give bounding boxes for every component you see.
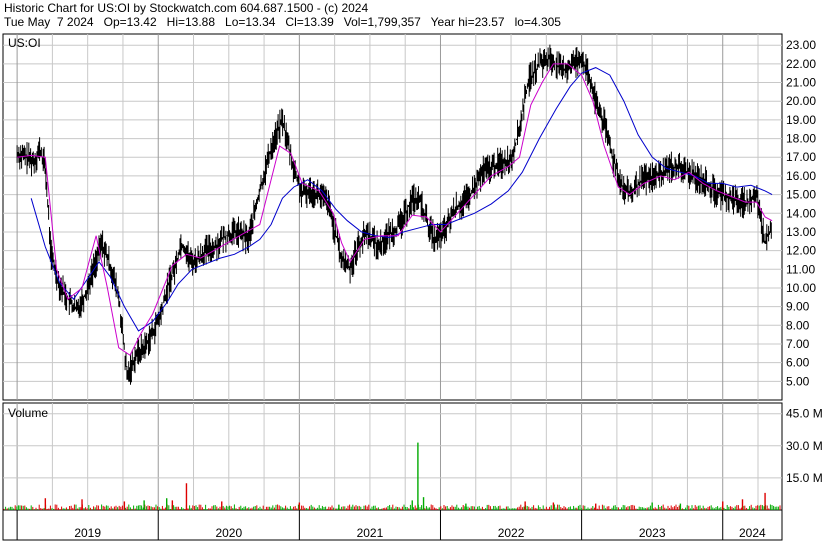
price-tick-label: 15.00 bbox=[786, 188, 816, 202]
x-tick-label-2023: 2023 bbox=[639, 526, 666, 540]
price-tick-label: 17.00 bbox=[786, 150, 816, 164]
volume-tick-label: 15.0 M bbox=[786, 471, 823, 485]
price-tick-label: 20.00 bbox=[786, 94, 816, 108]
symbol-label: US:OI bbox=[8, 36, 41, 50]
price-tick-label: 11.00 bbox=[786, 262, 815, 276]
x-tick-label-2020: 2020 bbox=[215, 526, 242, 540]
stock-chart: Historic Chart for US:OI by Stockwatch.c… bbox=[0, 0, 830, 543]
x-tick-label-2021: 2021 bbox=[357, 526, 384, 540]
volume-panel-title: Volume bbox=[8, 406, 48, 420]
price-tick-label: 22.00 bbox=[786, 57, 816, 71]
price-tick-label: 7.00 bbox=[786, 337, 810, 351]
volume-tick-label: 30.0 M bbox=[786, 439, 823, 453]
price-tick-label: 12.00 bbox=[786, 244, 816, 258]
x-tick-label-2024: 2024 bbox=[739, 526, 766, 540]
price-tick-label: 21.00 bbox=[786, 76, 816, 90]
price-tick-label: 9.00 bbox=[786, 300, 810, 314]
price-tick-label: 10.00 bbox=[786, 281, 816, 295]
price-panel-frame bbox=[2, 33, 783, 401]
chart-svg: 5.00 6.00 7.00 8.00 9.00 10.00 11.00 12.00 13.00… bbox=[2, 33, 823, 541]
x-tick-label-2019: 2019 bbox=[74, 526, 101, 540]
price-tick-label: 18.00 bbox=[786, 132, 816, 146]
price-tick-label: 14.00 bbox=[786, 206, 816, 220]
price-tick-label: 16.00 bbox=[786, 169, 816, 183]
price-tick-label: 23.00 bbox=[786, 38, 816, 52]
price-tick-label: 5.00 bbox=[786, 374, 810, 388]
price-tick-label: 6.00 bbox=[786, 356, 810, 370]
volume-tick-label: 45.0 M bbox=[786, 407, 823, 421]
price-tick-label: 19.00 bbox=[786, 113, 816, 127]
volume-panel-frame bbox=[2, 402, 783, 511]
price-tick-label: 13.00 bbox=[786, 225, 816, 239]
price-tick-label: 8.00 bbox=[786, 318, 810, 332]
x-tick-label-2022: 2022 bbox=[498, 526, 525, 540]
